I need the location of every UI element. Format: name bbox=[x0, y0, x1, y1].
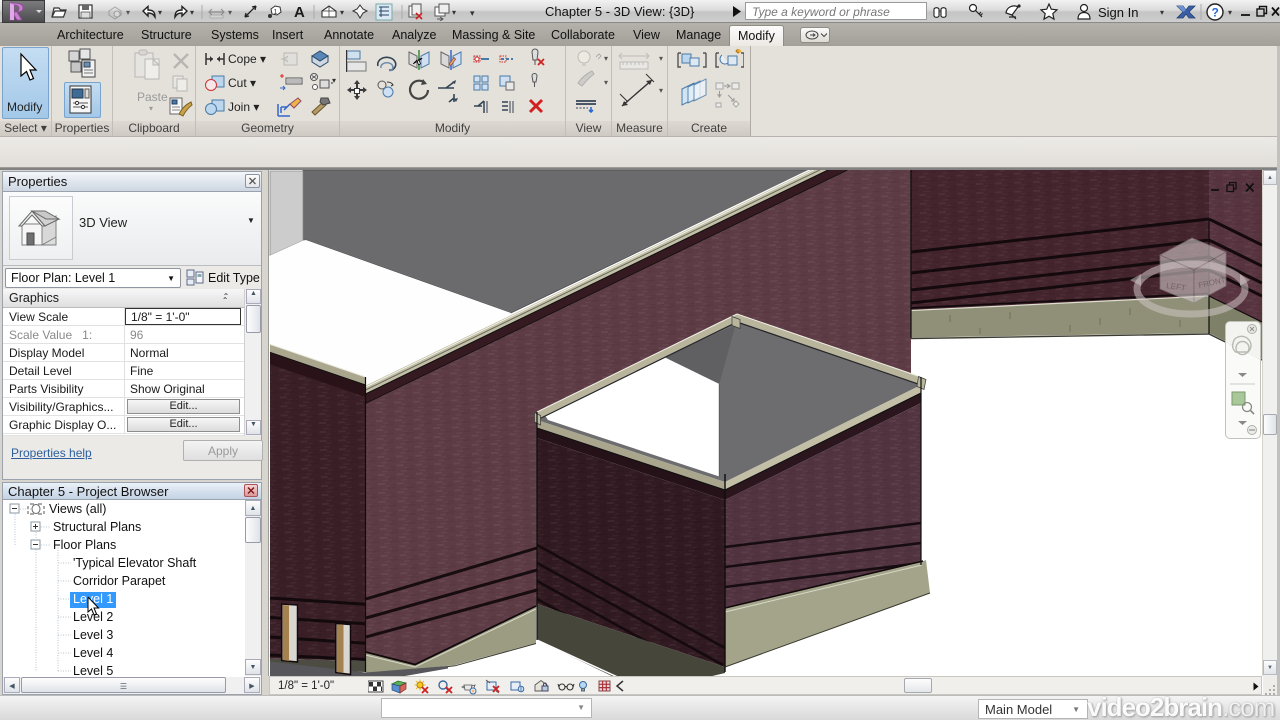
svg-text:▾: ▾ bbox=[126, 8, 130, 17]
svg-text:Sign In: Sign In bbox=[1098, 5, 1138, 20]
svg-text:▾: ▾ bbox=[1160, 8, 1164, 17]
svg-text:?: ? bbox=[1212, 6, 1219, 20]
svg-text:▾: ▾ bbox=[158, 8, 162, 17]
svg-text:▾: ▾ bbox=[340, 8, 344, 17]
svg-text:▾: ▾ bbox=[452, 8, 456, 17]
svg-text:▾: ▾ bbox=[1228, 8, 1232, 17]
svg-text:1: 1 bbox=[274, 9, 278, 16]
svg-text:▾: ▾ bbox=[228, 8, 232, 17]
svg-text:▾: ▾ bbox=[470, 8, 475, 18]
svg-text:A: A bbox=[294, 4, 305, 21]
svg-text:▾: ▾ bbox=[190, 8, 194, 17]
